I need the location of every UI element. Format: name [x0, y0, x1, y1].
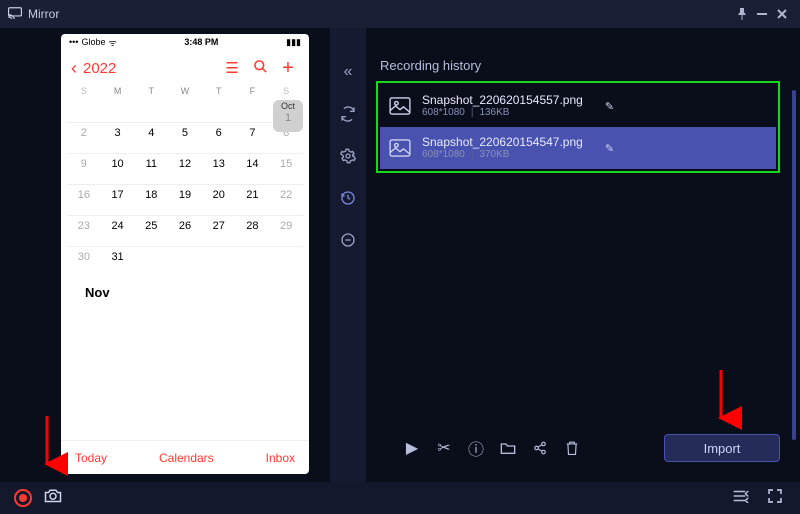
back-icon[interactable]: ‹	[71, 58, 77, 79]
history-item[interactable]: Snapshot_220620154547.png 608*1080|370KB…	[380, 127, 776, 169]
record-button[interactable]	[14, 489, 32, 507]
highlight-box: Snapshot_220620154557.png 608*1080|136KB…	[376, 81, 780, 173]
device-statusbar: •••Globeᯤ 3:48 PM ▮▮▮	[61, 34, 309, 50]
folder-icon[interactable]	[498, 438, 518, 458]
month-label-nov: Nov	[67, 277, 303, 306]
today-button[interactable]: Today	[75, 451, 107, 465]
inbox-button[interactable]: Inbox	[266, 451, 295, 465]
remove-icon[interactable]	[336, 228, 360, 252]
toggle-panel-icon[interactable]	[730, 489, 752, 508]
calendars-button[interactable]: Calendars	[159, 451, 214, 465]
search-icon[interactable]	[249, 59, 271, 78]
share-icon[interactable]	[530, 438, 550, 458]
cast-icon	[8, 7, 22, 22]
list-view-icon[interactable]: ☰	[221, 59, 243, 77]
side-toolbar: «	[330, 28, 366, 482]
settings-icon[interactable]	[336, 144, 360, 168]
file-name: Snapshot_220620154547.png	[422, 135, 583, 149]
scrollbar[interactable]	[792, 90, 796, 440]
image-icon	[388, 96, 412, 116]
edit-icon[interactable]: ✎	[605, 142, 614, 155]
play-icon[interactable]: ▶	[402, 438, 422, 458]
app-title: Mirror	[28, 7, 59, 21]
history-item[interactable]: Snapshot_220620154557.png 608*1080|136KB…	[380, 85, 776, 127]
cut-icon[interactable]: ✂	[434, 438, 454, 458]
minimize-button[interactable]	[752, 4, 772, 24]
collapse-icon[interactable]: «	[336, 60, 360, 84]
history-icon[interactable]	[336, 186, 360, 210]
month-badge-oct: Oct1	[273, 100, 303, 132]
close-button[interactable]	[772, 4, 792, 24]
edit-icon[interactable]: ✎	[605, 100, 614, 113]
info-icon[interactable]: ⓘ	[466, 438, 486, 458]
file-name: Snapshot_220620154557.png	[422, 93, 583, 107]
snapshot-button[interactable]	[44, 488, 62, 508]
day-of-week-header: SMTWTFS	[61, 86, 309, 100]
mirrored-device: •••Globeᯤ 3:48 PM ▮▮▮ ‹ 2022 ☰ + SMTWTFS…	[61, 34, 309, 474]
pin-button[interactable]	[732, 4, 752, 24]
refresh-icon[interactable]	[336, 102, 360, 126]
year-label[interactable]: 2022	[83, 60, 116, 77]
import-button[interactable]: Import	[664, 434, 780, 462]
titlebar: Mirror	[0, 0, 800, 28]
add-event-icon[interactable]: +	[277, 61, 299, 75]
fullscreen-icon[interactable]	[764, 488, 786, 509]
section-title: Recording history	[380, 58, 780, 73]
image-icon	[388, 138, 412, 158]
delete-icon[interactable]	[562, 438, 582, 458]
bottom-bar	[0, 482, 800, 514]
